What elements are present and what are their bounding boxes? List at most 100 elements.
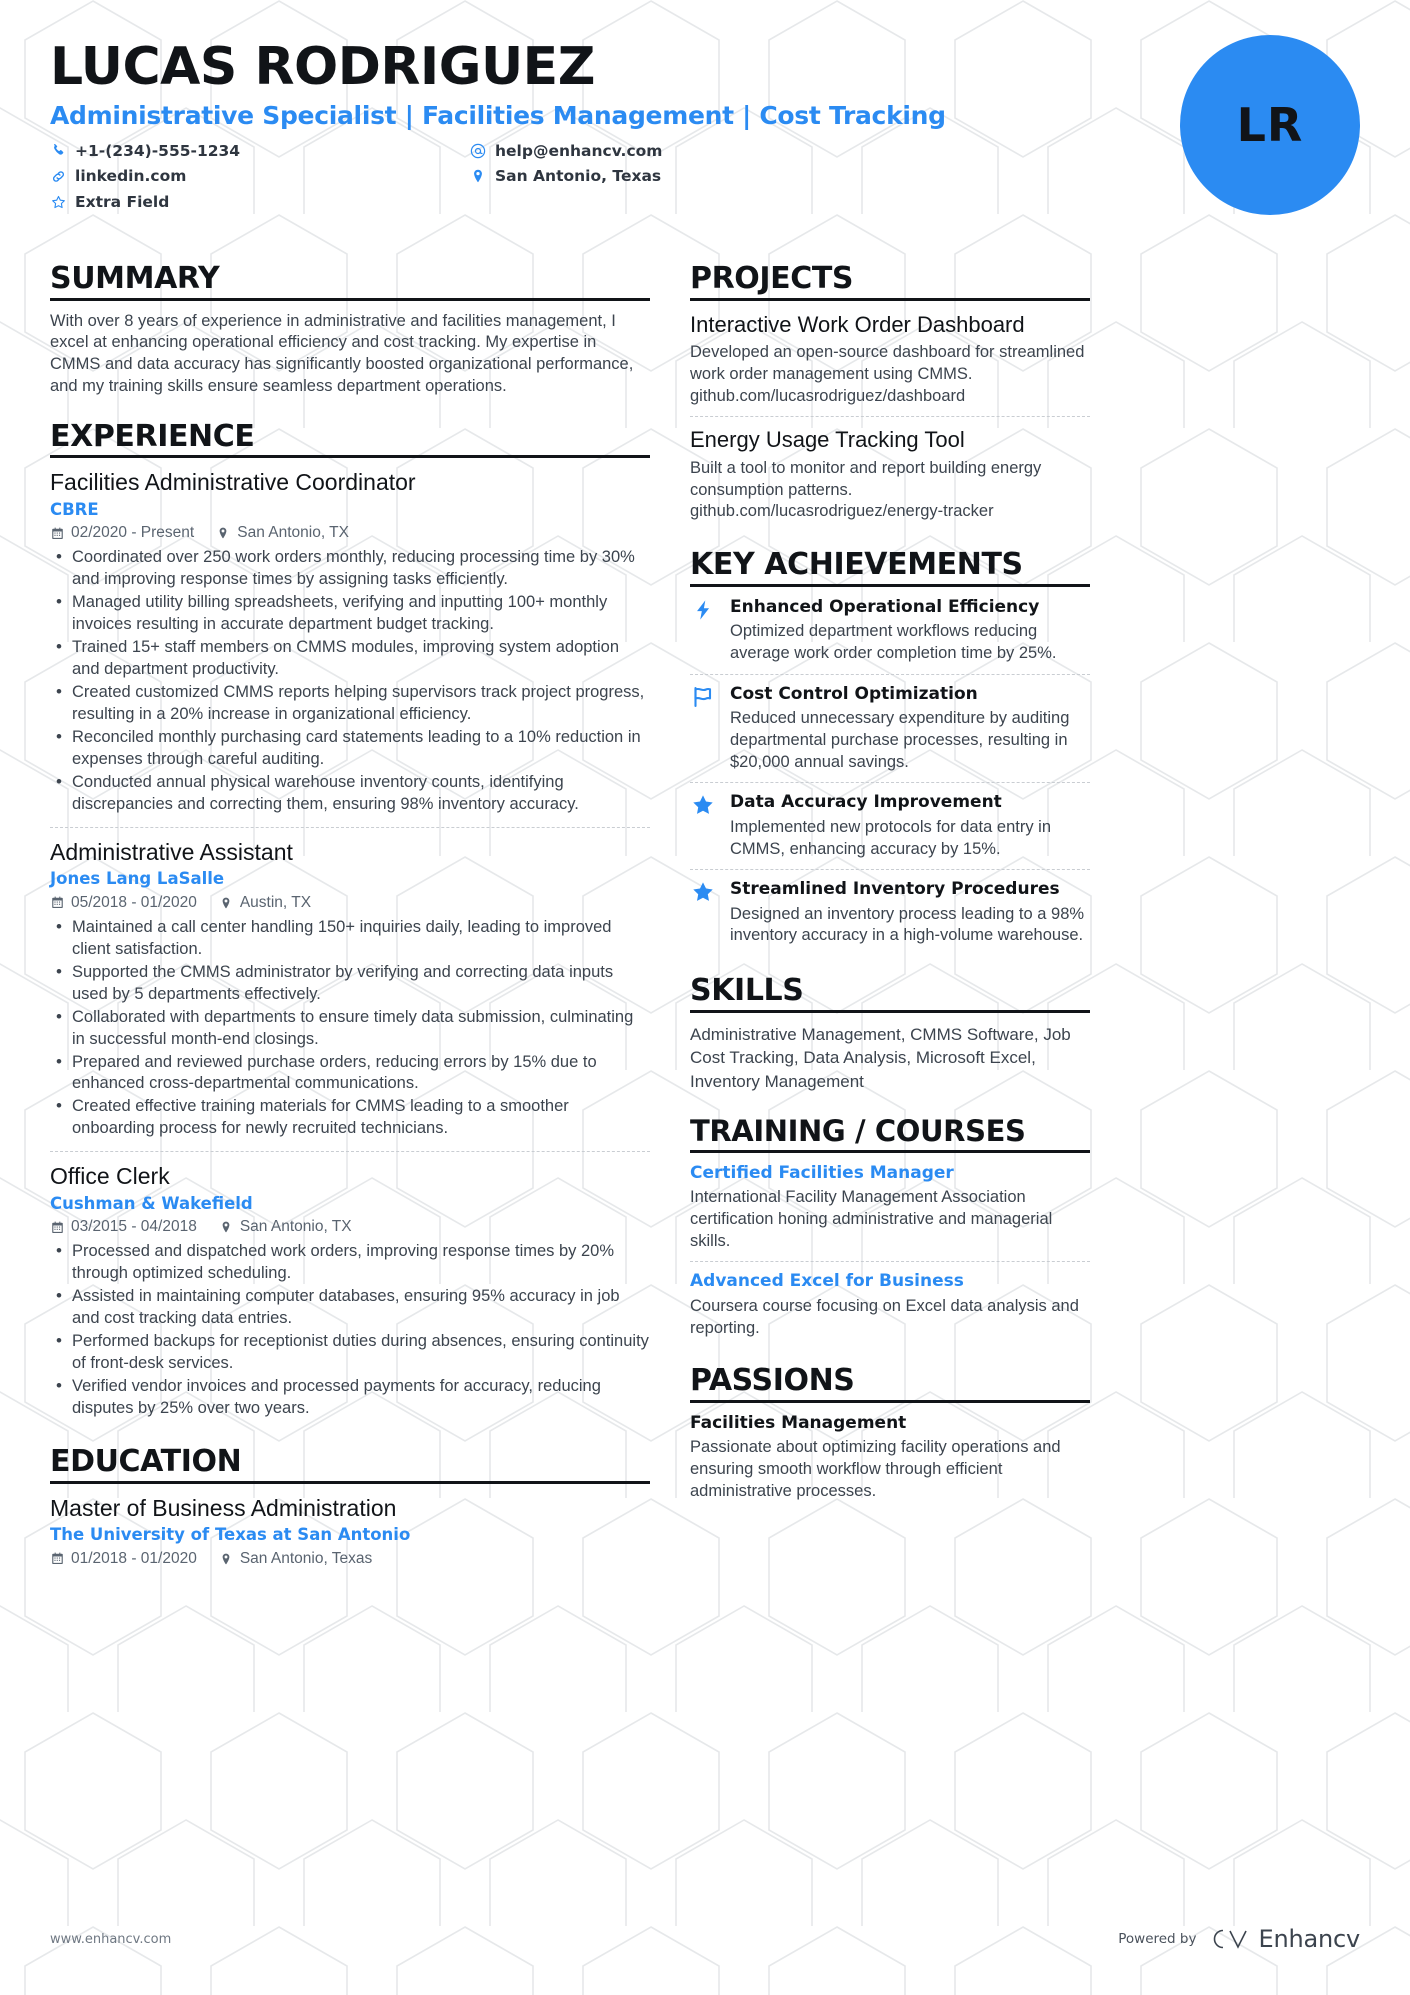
passion-entry: Facilities Management Passionate about o… xyxy=(690,1413,1090,1512)
location-icon xyxy=(219,896,233,910)
experience-dates: 03/2015 - 04/2018 xyxy=(50,1218,197,1236)
education-degree: Master of Business Administration xyxy=(50,1494,397,1521)
achievement-title: Enhanced Operational Efficiency xyxy=(730,596,1040,617)
footer-branding: Powered by Enhancv xyxy=(1118,1925,1360,1953)
avatar-initials: LR xyxy=(1236,98,1304,152)
experience-location-value: San Antonio, TX xyxy=(237,524,349,542)
section-title-summary: SUMMARY xyxy=(50,262,650,301)
training-entry: Certified Facilities Manager Internation… xyxy=(690,1163,1090,1262)
right-column: PROJECTS Interactive Work Order Dashboar… xyxy=(690,262,1090,1518)
education-location-value: San Antonio, Texas xyxy=(239,1549,373,1567)
contact-email[interactable]: help@enhancv.com xyxy=(470,142,880,161)
bullet: Managed utility billing spreadsheets, ve… xyxy=(50,591,650,636)
star-outline-icon xyxy=(50,194,66,210)
experience-company: Jones Lang LaSalle xyxy=(50,869,225,889)
section-passions: PASSIONS Facilities Management Passionat… xyxy=(690,1364,1090,1511)
section-title-experience: EXPERIENCE xyxy=(50,420,650,459)
bullet: Trained 15+ staff members on CMMS module… xyxy=(50,636,650,681)
section-title-education: EDUCATION xyxy=(50,1445,650,1484)
project-description: Built a tool to monitor and report build… xyxy=(690,458,1042,521)
achievement-title: Cost Control Optimization xyxy=(730,683,978,704)
contact-phone-value: +1-(234)-555-1234 xyxy=(75,141,241,160)
experience-dates: 02/2020 - Present xyxy=(50,524,194,542)
powered-by-label: Powered by xyxy=(1118,1931,1197,1947)
experience-bullets: Coordinated over 250 work orders monthly… xyxy=(50,546,650,816)
section-skills: SKILLS Administrative Management, CMMS S… xyxy=(690,974,1090,1099)
resume-footer: www.enhancv.com Powered by Enhancv xyxy=(0,1925,1410,1953)
section-experience: EXPERIENCE Facilities Administrative Coo… xyxy=(50,420,650,1431)
achievement-entry: Data Accuracy Improvement Implemented ne… xyxy=(690,782,1090,869)
education-dates: 01/2018 - 01/2020 xyxy=(50,1550,197,1568)
skills-list: Administrative Management, CMMS Software… xyxy=(690,1024,1071,1091)
experience-dates-value: 03/2015 - 04/2018 xyxy=(71,1218,197,1236)
bullet: Processed and dispatched work orders, im… xyxy=(50,1240,650,1285)
achievement-title: Streamlined Inventory Procedures xyxy=(730,879,1060,900)
contact-linkedin[interactable]: linkedin.com xyxy=(50,167,460,186)
resume-page: LUCAS RODRIGUEZ Administrative Specialis… xyxy=(0,0,1410,1995)
experience-role: Office Clerk xyxy=(50,1163,170,1190)
lightning-bolt-icon xyxy=(690,597,716,623)
experience-company: CBRE xyxy=(50,500,99,519)
training-description: International Facility Management Associ… xyxy=(690,1188,1053,1250)
bullet: Collaborated with departments to ensure … xyxy=(50,1006,650,1051)
summary-text: With over 8 years of experience in admin… xyxy=(50,311,634,395)
education-location: San Antonio, Texas xyxy=(219,1550,372,1568)
candidate-name: LUCAS RODRIGUEZ xyxy=(50,37,595,97)
bullet: Prepared and reviewed purchase orders, r… xyxy=(50,1051,650,1096)
brand-logo: Enhancv xyxy=(1210,1925,1360,1953)
email-icon xyxy=(470,143,486,159)
bullet: Conducted annual physical warehouse inve… xyxy=(50,771,650,816)
link-icon xyxy=(50,168,66,184)
achievement-description: Reduced unnecessary expenditure by audit… xyxy=(730,709,1070,771)
experience-dates-value: 02/2020 - Present xyxy=(71,524,195,542)
project-name: Interactive Work Order Dashboard xyxy=(690,311,1025,337)
achievement-description: Implemented new protocols for data entry… xyxy=(730,817,1052,858)
section-title-projects: PROJECTS xyxy=(690,262,1090,301)
experience-bullets: Maintained a call center handling 150+ i… xyxy=(50,916,650,1140)
achievement-entry: Streamlined Inventory Procedures Designe… xyxy=(690,869,1090,956)
brand-name: Enhancv xyxy=(1258,1925,1360,1953)
section-title-key-achievements: KEY ACHIEVEMENTS xyxy=(690,548,1090,587)
experience-role: Administrative Assistant xyxy=(50,838,293,865)
section-education: EDUCATION Master of Business Administrat… xyxy=(50,1445,650,1583)
achievement-title: Data Accuracy Improvement xyxy=(730,792,1002,813)
contact-phone[interactable]: +1-(234)-555-1234 xyxy=(50,142,460,161)
passion-name: Facilities Management xyxy=(690,1412,907,1433)
experience-entry: Office Clerk Cushman & Wakefield 03/2015… xyxy=(50,1151,650,1431)
achievement-entry: Cost Control Optimization Reduced unnece… xyxy=(690,673,1090,783)
experience-meta: 05/2018 - 01/2020 Austin, TX xyxy=(50,894,650,912)
calendar-icon xyxy=(50,1552,64,1566)
candidate-headline: Administrative Specialist | Facilities M… xyxy=(50,100,946,130)
bullet: Coordinated over 250 work orders monthly… xyxy=(50,546,650,591)
section-projects: PROJECTS Interactive Work Order Dashboar… xyxy=(690,262,1090,532)
location-icon xyxy=(470,168,486,184)
footer-url[interactable]: www.enhancv.com xyxy=(50,1932,171,1947)
contact-details: +1-(234)-555-1234 help@enhancv.com linke… xyxy=(50,142,880,212)
section-title-passions: PASSIONS xyxy=(690,1364,1090,1403)
experience-location: Austin, TX xyxy=(219,894,311,912)
avatar: LR xyxy=(1180,35,1360,215)
contact-extra-field[interactable]: Extra Field xyxy=(50,193,460,212)
resume-header: LUCAS RODRIGUEZ Administrative Specialis… xyxy=(50,35,1360,240)
contact-email-value: help@enhancv.com xyxy=(495,141,663,160)
experience-location-value: Austin, TX xyxy=(239,893,312,911)
bullet: Reconciled monthly purchasing card state… xyxy=(50,726,650,771)
experience-meta: 03/2015 - 04/2018 San Antonio, TX xyxy=(50,1218,650,1236)
achievement-description: Designed an inventory process leading to… xyxy=(730,904,1085,945)
experience-role: Facilities Administrative Coordinator xyxy=(50,469,416,496)
achievement-description: Optimized department workflows reducing … xyxy=(730,622,1057,662)
star-icon xyxy=(690,792,716,818)
contact-linkedin-value: linkedin.com xyxy=(75,167,187,186)
section-title-skills: SKILLS xyxy=(690,974,1090,1013)
section-training: TRAINING / COURSES Certified Facilities … xyxy=(690,1115,1090,1348)
project-entry: Interactive Work Order Dashboard Develop… xyxy=(690,311,1090,417)
contact-location[interactable]: San Antonio, Texas xyxy=(470,167,880,186)
education-school: The University of Texas at San Antonio xyxy=(50,1525,411,1545)
star-icon xyxy=(690,879,716,905)
project-name: Energy Usage Tracking Tool xyxy=(690,427,965,453)
experience-dates-value: 05/2018 - 01/2020 xyxy=(71,893,197,911)
bullet: Created customized CMMS reports helping … xyxy=(50,681,650,726)
calendar-icon xyxy=(50,526,64,540)
experience-meta: 02/2020 - Present San Antonio, TX xyxy=(50,524,650,542)
bullet: Supported the CMMS administrator by veri… xyxy=(50,961,650,1006)
